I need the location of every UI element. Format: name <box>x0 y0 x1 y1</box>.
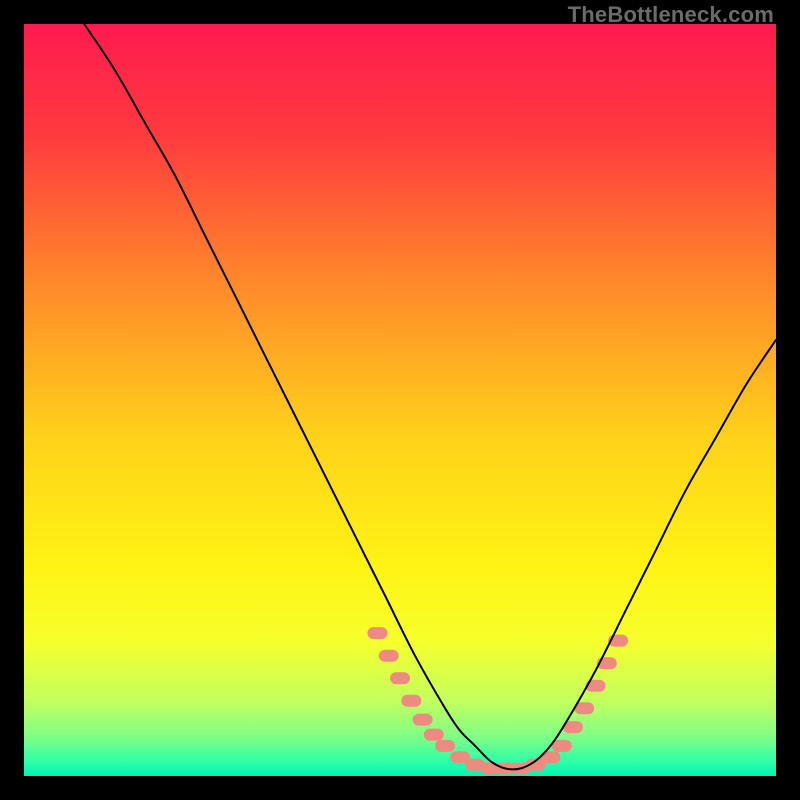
marker-capsule <box>435 740 455 752</box>
bottleneck-chart <box>24 24 776 776</box>
chart-frame <box>24 24 776 776</box>
marker-capsule <box>367 627 387 639</box>
marker-capsule <box>424 729 444 741</box>
marker-capsule <box>390 672 410 684</box>
marker-capsule <box>413 714 433 726</box>
marker-capsule <box>401 695 421 707</box>
marker-capsule <box>379 650 399 662</box>
chart-background <box>24 24 776 776</box>
